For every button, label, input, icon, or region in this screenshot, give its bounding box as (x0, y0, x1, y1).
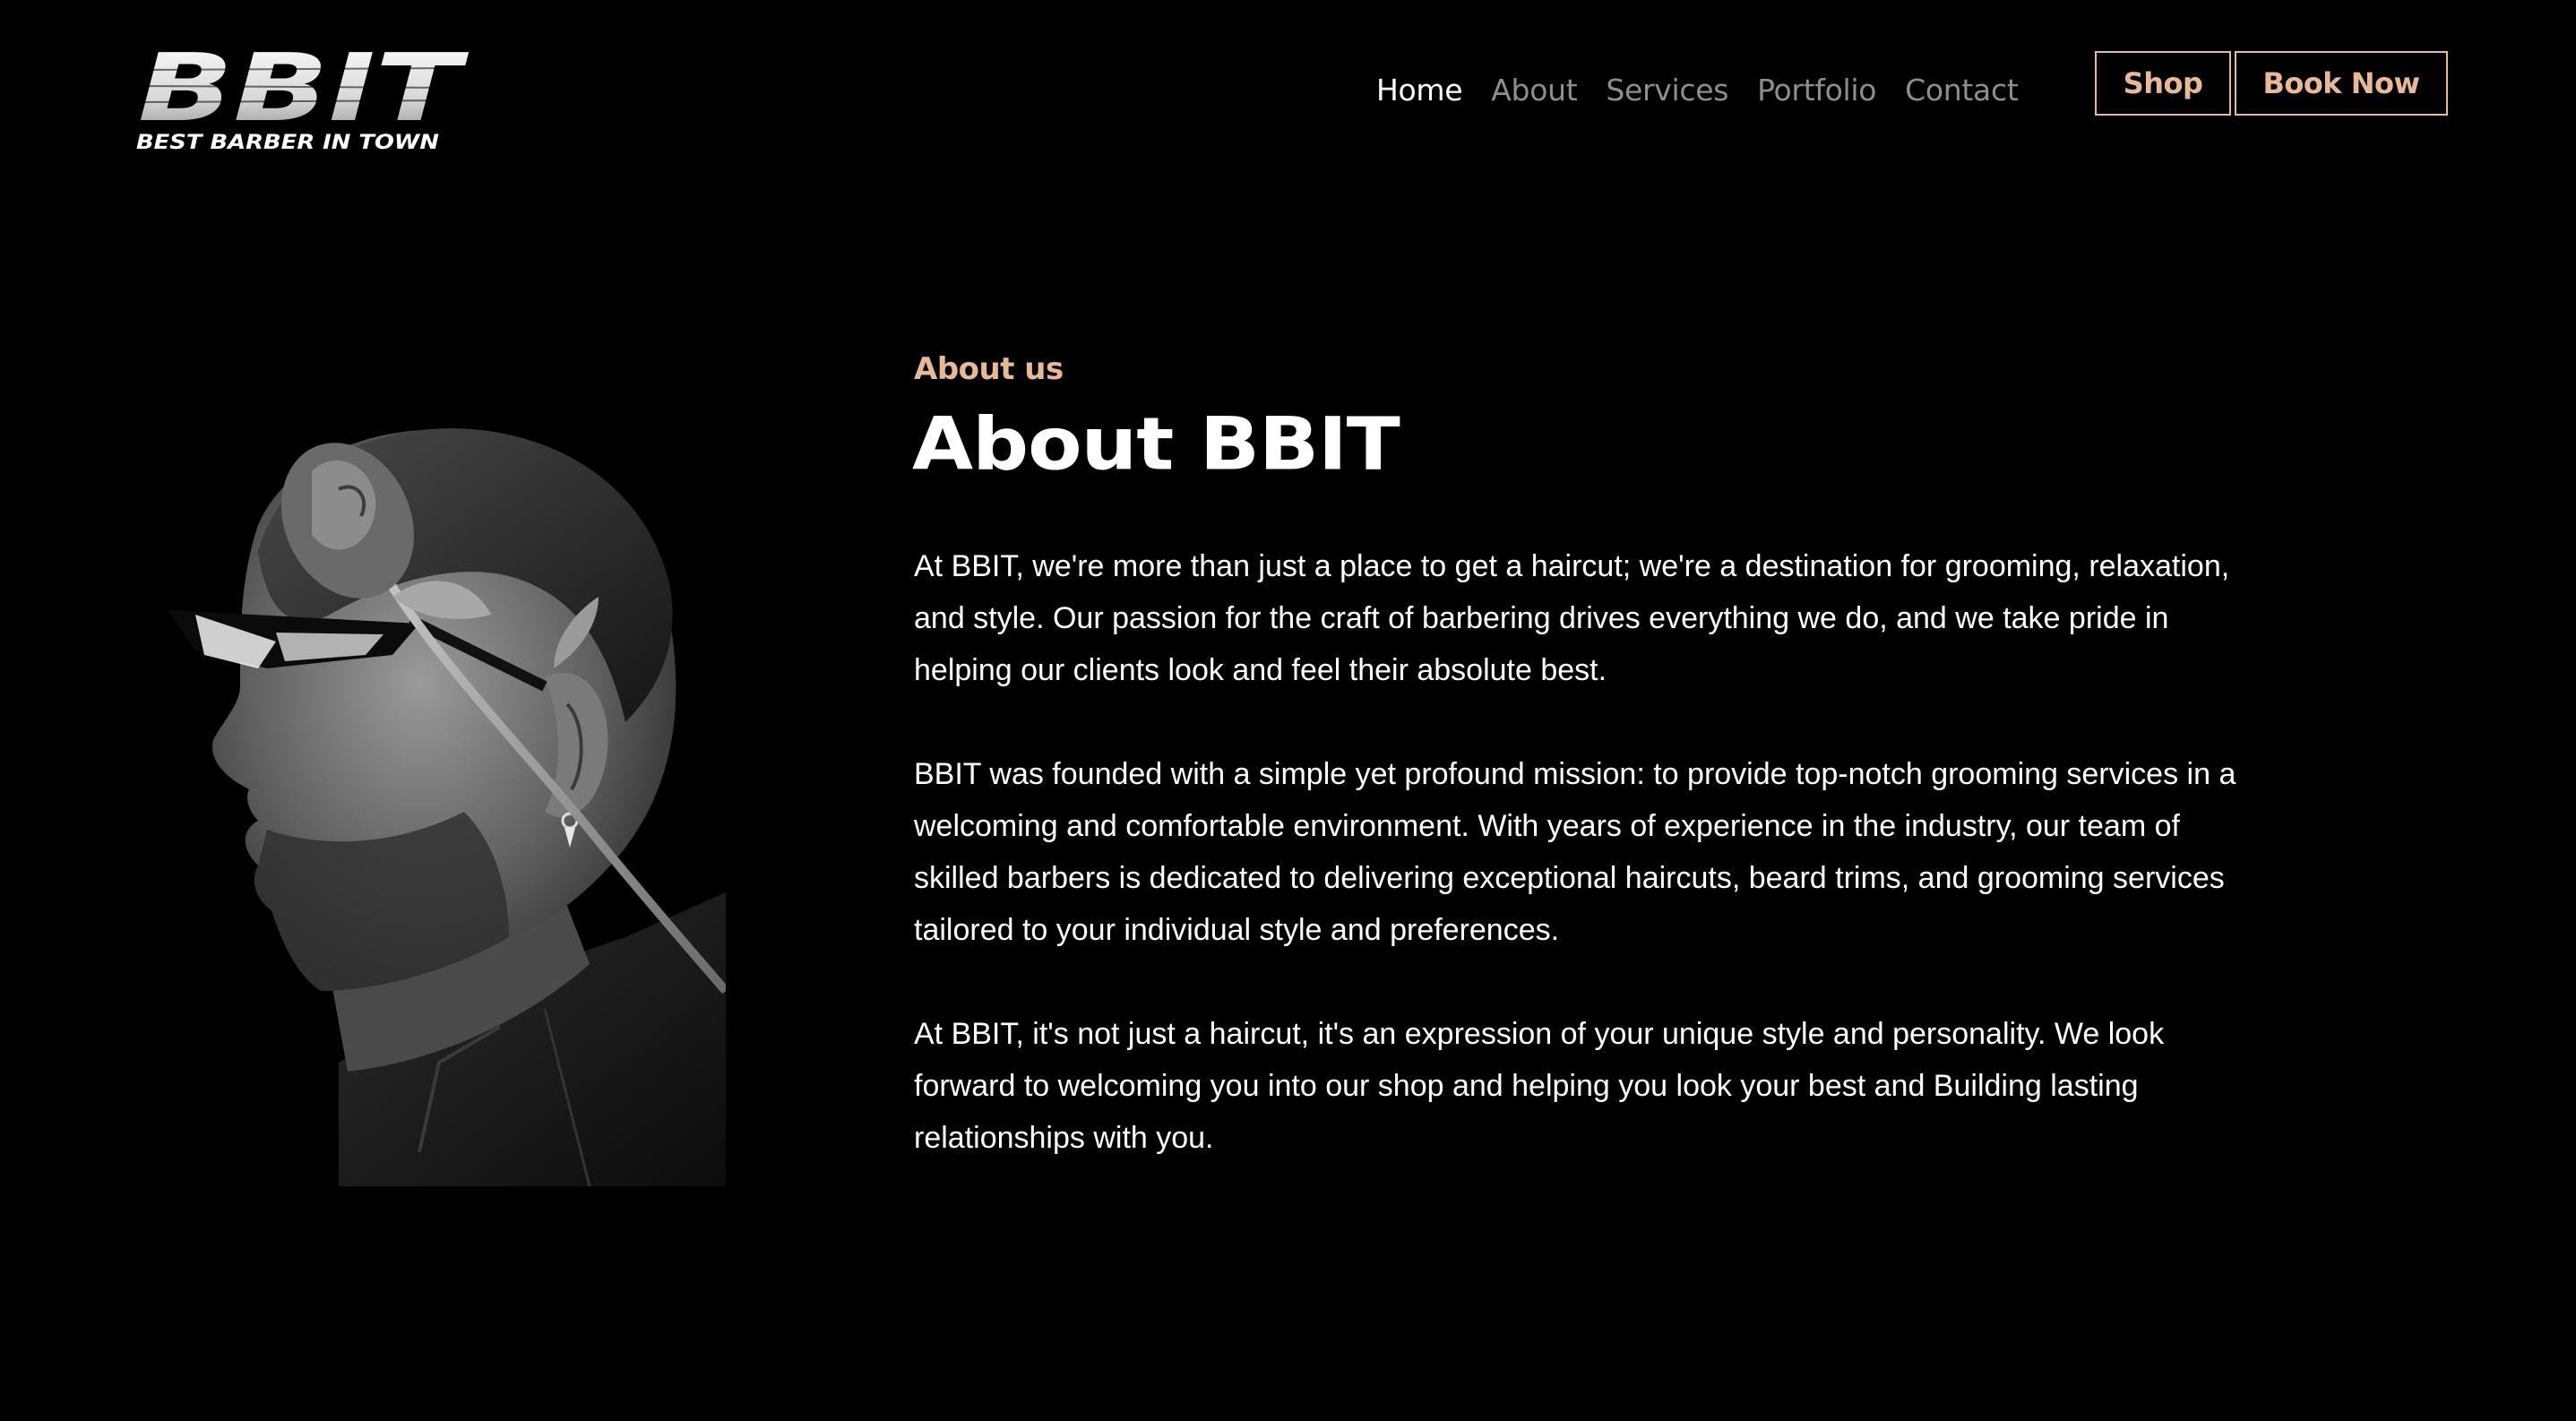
brand-logo[interactable]: BBIT BEST BARBER IN TOWN (133, 34, 473, 159)
nav-contact-link[interactable]: Contact (1905, 73, 2019, 108)
about-body: At BBIT, we're more than just a place to… (914, 540, 2258, 1216)
logo-tagline: BEST BARBER IN TOWN (136, 132, 439, 154)
nav-about-link[interactable]: About (1491, 73, 1577, 108)
nav-services-link[interactable]: Services (1606, 73, 1728, 108)
bbit-logo-image: BBIT BEST BARBER IN TOWN (136, 34, 469, 154)
about-paragraph-3: At BBIT, it's not just a haircut, it's a… (914, 1017, 2165, 1155)
section-eyebrow: About us (914, 351, 1064, 387)
page-title: About BBIT (912, 401, 1400, 487)
about-paragraph-2: BBIT was founded with a simple yet profo… (914, 757, 2236, 947)
shop-button[interactable]: Shop (2095, 51, 2231, 116)
nav-portfolio-link[interactable]: Portfolio (1757, 73, 1876, 108)
barber-portrait-image (124, 346, 726, 1186)
about-paragraph-1: At BBIT, we're more than just a place to… (914, 549, 2230, 687)
main-nav: Home About Services Portfolio Contact (1376, 70, 2046, 109)
book-now-button[interactable]: Book Now (2235, 51, 2448, 116)
nav-home-link[interactable]: Home (1376, 73, 1463, 108)
